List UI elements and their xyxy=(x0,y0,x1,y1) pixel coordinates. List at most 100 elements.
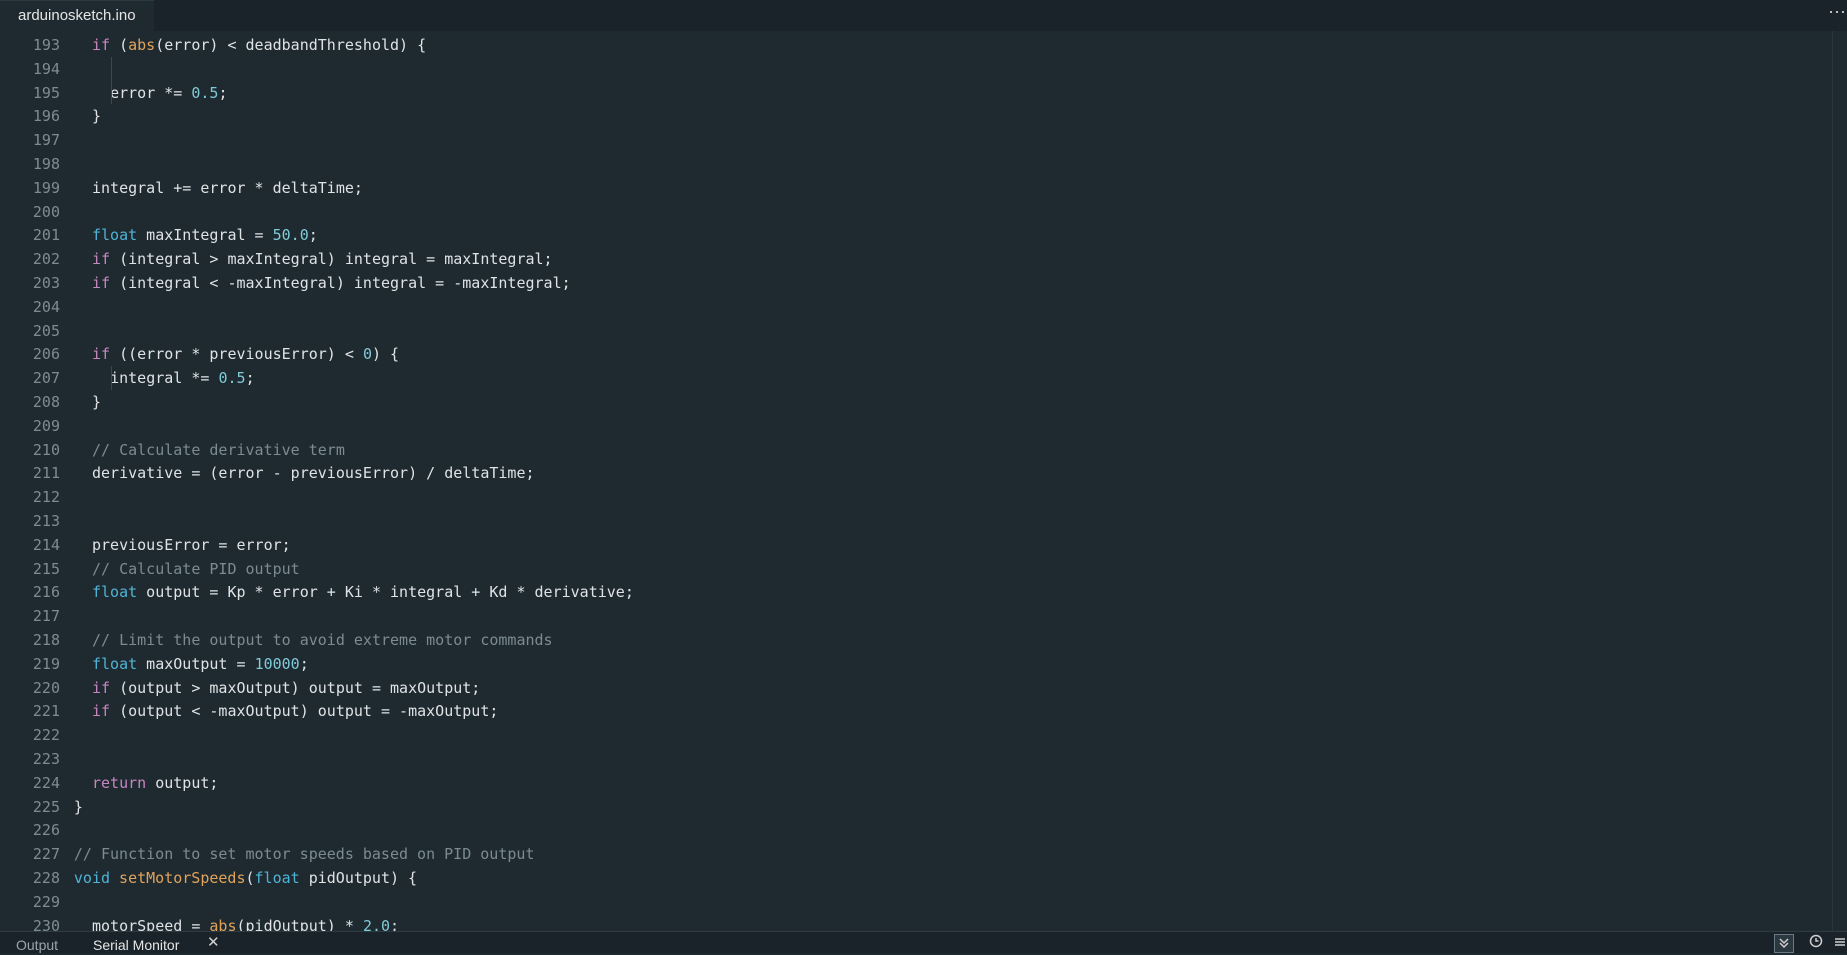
code-line[interactable]: 212 xyxy=(0,485,1847,509)
code-line[interactable]: 207 integral *= 0.5; xyxy=(0,366,1847,390)
code-token: float xyxy=(254,869,300,887)
code-token: (error) < deadbandThreshold) { xyxy=(155,36,427,54)
code-line[interactable]: 199 integral += error * deltaTime; xyxy=(0,176,1847,200)
code-line[interactable]: 220 if (output > maxOutput) output = maxO… xyxy=(0,676,1847,700)
code-line[interactable]: 206 if ((error * previousError) < 0) { xyxy=(0,342,1847,366)
code-line[interactable]: 201 float maxIntegral = 50.0; xyxy=(0,223,1847,247)
code-token: // Calculate derivative term xyxy=(92,440,345,459)
code-text: // Calculate derivative term xyxy=(92,438,345,462)
tab-output[interactable]: Output xyxy=(16,935,58,955)
code-line[interactable]: 205 xyxy=(0,319,1847,343)
code-line[interactable]: 221 if (output < -maxOutput) output = -ma… xyxy=(0,699,1847,723)
code-token: ; xyxy=(245,369,255,388)
line-number: 229 xyxy=(32,892,60,911)
code-text: float maxOutput = 10000; xyxy=(92,652,309,676)
close-icon[interactable]: ✕ xyxy=(207,933,220,951)
code-token: float xyxy=(92,654,138,673)
code-token: if xyxy=(92,250,111,269)
code-token: (integral < -maxIntegral) integral = -ma… xyxy=(110,274,571,292)
ellipsis-icon[interactable]: ⋯ xyxy=(1827,0,1847,31)
code-token: setMotorSpeeds xyxy=(119,869,246,887)
code-line[interactable]: 217 xyxy=(0,604,1847,628)
code-line[interactable]: 226 xyxy=(0,818,1847,842)
code-line[interactable]: 197 xyxy=(0,128,1847,152)
line-number: 210 xyxy=(32,440,60,459)
code-token: maxOutput = xyxy=(137,654,255,673)
line-number: 195 xyxy=(32,83,60,102)
code-line[interactable]: 228 void setMotorSpeeds(float pidOutput) … xyxy=(0,866,1847,890)
line-number: 216 xyxy=(32,583,60,602)
code-line[interactable]: 224 return output; xyxy=(0,771,1847,795)
indent-guide xyxy=(111,366,112,390)
line-number: 205 xyxy=(32,321,60,340)
double-chevron-down-icon[interactable] xyxy=(1774,934,1794,953)
code-token: ( xyxy=(245,869,255,887)
code-line[interactable]: 200 xyxy=(0,200,1847,224)
code-text: integral *= 0.5; xyxy=(110,366,255,390)
code-text: if (abs(error) < deadbandThreshold) { xyxy=(92,33,426,57)
code-line[interactable]: 202 if (integral > maxIntegral) integral … xyxy=(0,247,1847,271)
code-line[interactable]: 225} xyxy=(0,795,1847,819)
code-text: return output; xyxy=(92,771,218,795)
code-line[interactable]: 198 xyxy=(0,152,1847,176)
code-text: if (output > maxOutput) output = maxOutp… xyxy=(92,676,480,700)
editor-tab-bar: arduinosketch.ino ⋯ xyxy=(0,0,1847,32)
line-number: 208 xyxy=(32,393,60,411)
indent-guide xyxy=(111,56,112,105)
code-token: return xyxy=(92,773,147,792)
vertical-scrollbar[interactable] xyxy=(1832,31,1847,933)
code-line[interactable]: 222 xyxy=(0,723,1847,747)
code-line[interactable]: 203 if (integral < -maxIntegral) integral… xyxy=(0,271,1847,295)
code-line[interactable]: 193 if (abs(error) < deadbandThreshold) { xyxy=(0,33,1847,57)
code-token: output = Kp * error + Ki * integral + Kd… xyxy=(137,583,634,602)
line-number: 193 xyxy=(32,36,60,54)
code-line[interactable]: 209 xyxy=(0,414,1847,438)
line-number: 197 xyxy=(32,131,60,150)
code-text: // Calculate PID output xyxy=(92,557,300,581)
code-line[interactable]: 208} xyxy=(0,390,1847,414)
code-text: float maxIntegral = 50.0; xyxy=(92,223,318,247)
code-token: 50.0 xyxy=(272,226,309,245)
line-number: 223 xyxy=(32,750,60,768)
code-line[interactable]: 218 // Limit the output to avoid extreme … xyxy=(0,628,1847,652)
line-number: 194 xyxy=(32,59,60,78)
code-token: ; xyxy=(218,83,228,102)
code-line[interactable]: 194 xyxy=(0,57,1847,81)
code-line[interactable]: 229 xyxy=(0,890,1847,914)
code-line[interactable]: 211 derivative = (error - previousError) … xyxy=(0,461,1847,485)
line-number: 211 xyxy=(32,464,60,483)
code-token: } xyxy=(73,797,83,816)
code-line[interactable]: 213 xyxy=(0,509,1847,533)
code-text: } xyxy=(92,390,101,414)
menu-lines-icon[interactable] xyxy=(1830,934,1847,953)
code-token: (output > maxOutput) output = maxOutput; xyxy=(110,678,481,697)
code-line[interactable]: 214 previousError = error; xyxy=(0,533,1847,557)
code-text: if (integral < -maxIntegral) integral = … xyxy=(92,271,571,295)
line-number: 214 xyxy=(32,535,60,554)
code-line[interactable]: 223 xyxy=(0,747,1847,771)
code-line[interactable]: 196} xyxy=(0,104,1847,128)
code-token: 10000 xyxy=(254,654,300,673)
code-token: if xyxy=(92,345,111,364)
code-line[interactable]: 216 float output = Kp * error + Ki * inte… xyxy=(0,580,1847,604)
code-token: ((error * previousError) < xyxy=(110,345,363,364)
file-tab[interactable]: arduinosketch.ino xyxy=(0,0,154,31)
code-token: derivative = (error - previousError) / d… xyxy=(92,464,535,483)
code-text: previousError = error; xyxy=(92,533,291,557)
code-token: // Calculate PID output xyxy=(92,559,300,578)
code-token: // Limit the output to avoid extreme mot… xyxy=(92,631,553,649)
code-line[interactable]: 195 error *= 0.5; xyxy=(0,81,1847,105)
code-line[interactable]: 219 float maxOutput = 10000; xyxy=(0,652,1847,676)
code-text: integral += error * deltaTime; xyxy=(92,176,363,200)
clock-icon[interactable] xyxy=(1806,934,1826,953)
code-line[interactable]: 215 // Calculate PID output xyxy=(0,557,1847,581)
code-line[interactable]: 204 xyxy=(0,295,1847,319)
tab-serial-monitor[interactable]: Serial Monitor xyxy=(93,935,179,955)
code-token: float xyxy=(92,226,138,245)
line-number: 228 xyxy=(32,869,60,887)
code-token: previousError = error; xyxy=(92,535,291,554)
code-editor[interactable]: 193 if (abs(error) < deadbandThreshold) {… xyxy=(0,31,1847,933)
code-line[interactable]: 210 // Calculate derivative term xyxy=(0,438,1847,462)
code-line[interactable]: 227 // Function to set motor speeds based… xyxy=(0,842,1847,866)
